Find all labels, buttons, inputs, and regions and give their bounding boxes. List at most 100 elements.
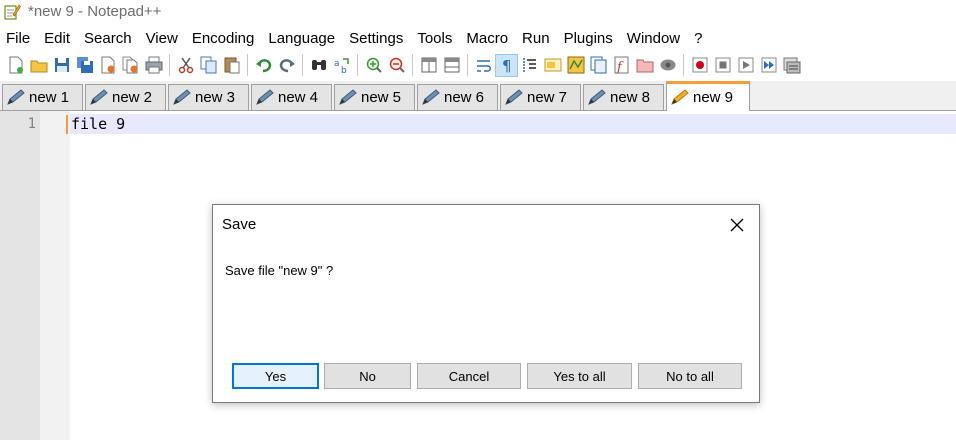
tab-new-2[interactable]: new 2	[85, 84, 166, 110]
line-number: 1	[27, 116, 36, 132]
tab-label: new 1	[29, 89, 70, 106]
zoom-in-icon[interactable]	[362, 54, 385, 77]
cancel-button[interactable]: Cancel	[417, 363, 521, 389]
pencil-icon	[339, 88, 357, 105]
tab-new-6[interactable]: new 6	[417, 84, 498, 110]
close-all-icon[interactable]	[119, 54, 142, 77]
tab-new-4[interactable]: new 4	[251, 84, 332, 110]
menu-plugins[interactable]: Plugins	[557, 28, 620, 50]
undo-icon[interactable]	[252, 54, 275, 77]
record-macro-icon[interactable]	[688, 54, 711, 77]
menu-window[interactable]: Window	[620, 28, 687, 50]
menu-language[interactable]: Language	[261, 28, 342, 50]
dialog-title: Save	[222, 216, 257, 233]
tab-new-1[interactable]: new 1	[2, 84, 83, 110]
notepadpp-app-icon	[4, 4, 21, 20]
tab-label: new 8	[610, 89, 651, 106]
menu-view[interactable]: View	[139, 28, 185, 50]
save-icon[interactable]	[50, 54, 73, 77]
toolbar-separator	[357, 54, 358, 76]
folder-workspace-icon[interactable]	[633, 54, 656, 77]
print-icon[interactable]	[142, 54, 165, 77]
new-file-icon[interactable]	[4, 54, 27, 77]
tab-label: new 4	[278, 89, 319, 106]
menu-run[interactable]: Run	[515, 28, 557, 50]
tab-label: new 3	[195, 89, 236, 106]
function-list-icon[interactable]: f	[610, 54, 633, 77]
replace-icon[interactable]: ab	[330, 54, 353, 77]
document-map-icon[interactable]	[564, 54, 587, 77]
tab-new-5[interactable]: new 5	[334, 84, 415, 110]
svg-text:b: b	[341, 66, 347, 74]
close-icon[interactable]	[725, 213, 749, 237]
pencil-icon	[90, 88, 108, 105]
pencil-icon	[256, 88, 274, 105]
menu-macro[interactable]: Macro	[459, 28, 515, 50]
toolbar-separator	[302, 54, 303, 76]
pencil-icon	[505, 88, 523, 105]
menu-help[interactable]: ?	[687, 28, 709, 50]
sync-horizontal-icon[interactable]	[440, 54, 463, 77]
pencil-icon	[671, 88, 689, 105]
stop-recording-icon[interactable]	[711, 54, 734, 77]
tab-new-7[interactable]: new 7	[500, 84, 581, 110]
tab-new-9[interactable]: new 9	[666, 81, 750, 111]
title-bar: *new 9 - Notepad++	[0, 0, 956, 24]
save-macro-icon[interactable]	[780, 54, 803, 77]
menu-settings[interactable]: Settings	[342, 28, 410, 50]
no-button[interactable]: No	[324, 363, 411, 389]
toolbar-separator	[467, 54, 468, 76]
pencil-icon	[7, 88, 25, 105]
paste-icon[interactable]	[220, 54, 243, 77]
current-line-highlight	[70, 114, 956, 134]
toolbar-separator	[412, 54, 413, 76]
save-all-icon[interactable]	[73, 54, 96, 77]
show-all-characters-icon[interactable]: ¶	[495, 53, 518, 77]
toolbar-separator	[247, 54, 248, 76]
close-icon[interactable]	[96, 54, 119, 77]
cut-icon[interactable]	[174, 54, 197, 77]
caret-indicator	[66, 115, 68, 134]
tab-label: new 9	[693, 89, 734, 106]
menu-file[interactable]: File	[0, 28, 37, 50]
find-icon[interactable]	[307, 54, 330, 77]
no-to-all-button[interactable]: No to all	[638, 363, 742, 389]
tab-label: new 6	[444, 89, 485, 106]
open-file-icon[interactable]	[27, 54, 50, 77]
play-macro-icon[interactable]	[734, 54, 757, 77]
sync-vertical-icon[interactable]	[417, 54, 440, 77]
pencil-icon	[422, 88, 440, 105]
indent-guide-icon[interactable]	[518, 54, 541, 77]
document-list-icon[interactable]	[587, 54, 610, 77]
zoom-out-icon[interactable]	[385, 54, 408, 77]
menu-edit[interactable]: Edit	[37, 28, 77, 50]
code-line[interactable]: file 9	[71, 115, 125, 133]
menu-encoding[interactable]: Encoding	[185, 28, 262, 50]
menu-tools[interactable]: Tools	[410, 28, 459, 50]
tab-label: new 5	[361, 89, 402, 106]
tab-new-3[interactable]: new 3	[168, 84, 249, 110]
menu-bar: File Edit Search View Encoding Language …	[0, 28, 956, 50]
monitoring-icon[interactable]	[656, 54, 679, 77]
pencil-icon	[588, 88, 606, 105]
save-dialog: Save Save file "new 9" ? Yes No Cancel Y…	[212, 204, 760, 403]
window-title: *new 9 - Notepad++	[28, 3, 162, 20]
redo-icon[interactable]	[275, 54, 298, 77]
tab-label: new 7	[527, 89, 568, 106]
tab-bar: new 1 new 2 new 3 new 4 new 5 new 6 new …	[0, 81, 956, 111]
tab-new-8[interactable]: new 8	[583, 84, 664, 110]
fold-margin	[40, 111, 70, 440]
toolbar: ab ¶ f	[0, 50, 956, 80]
yes-button[interactable]: Yes	[232, 363, 319, 389]
tab-label: new 2	[112, 89, 153, 106]
line-number-gutter: 1	[0, 111, 40, 440]
menu-search[interactable]: Search	[77, 28, 139, 50]
pencil-icon	[173, 88, 191, 105]
language-udl-icon[interactable]	[541, 54, 564, 77]
yes-to-all-button[interactable]: Yes to all	[527, 363, 632, 389]
copy-icon[interactable]	[197, 54, 220, 77]
svg-text:¶: ¶	[502, 57, 512, 74]
run-macro-multiple-icon[interactable]	[757, 54, 780, 77]
word-wrap-icon[interactable]	[472, 54, 495, 77]
svg-text:a: a	[334, 59, 340, 69]
